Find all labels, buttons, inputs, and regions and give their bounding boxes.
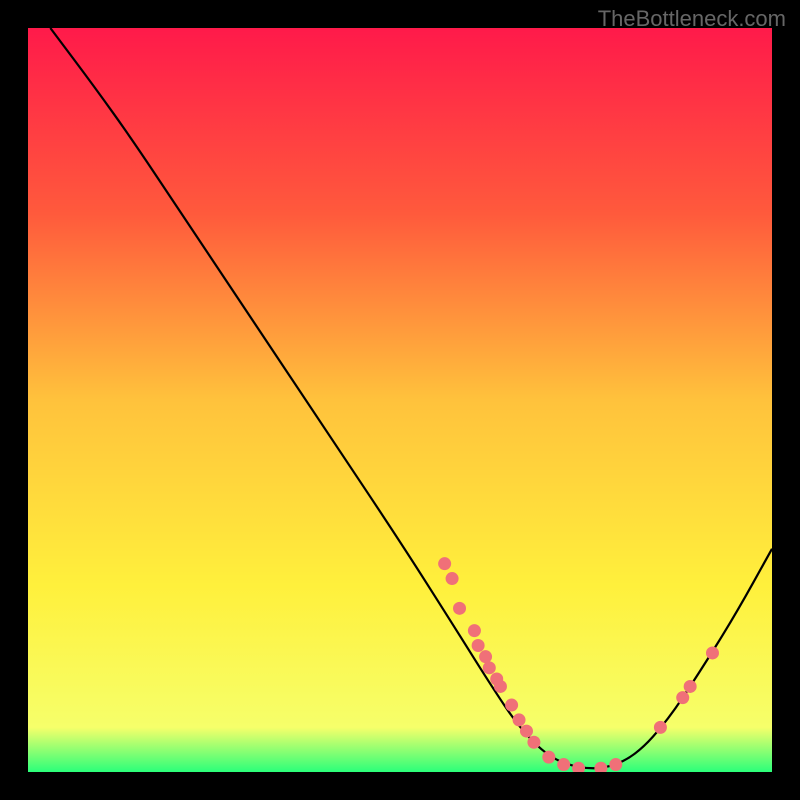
data-marker (483, 661, 496, 674)
data-marker (706, 646, 719, 659)
data-marker (513, 713, 526, 726)
data-marker (505, 699, 518, 712)
data-marker (527, 736, 540, 749)
data-marker (542, 751, 555, 764)
data-marker (438, 557, 451, 570)
data-marker (609, 758, 622, 771)
bottleneck-chart (28, 28, 772, 772)
data-marker (468, 624, 481, 637)
data-marker (676, 691, 689, 704)
data-marker (453, 602, 466, 615)
watermark-text: TheBottleneck.com (598, 6, 786, 32)
data-marker (557, 758, 570, 771)
data-marker (446, 572, 459, 585)
data-marker (479, 650, 492, 663)
data-marker (472, 639, 485, 652)
data-marker (494, 680, 507, 693)
data-marker (654, 721, 667, 734)
chart-background (28, 28, 772, 772)
data-marker (684, 680, 697, 693)
data-marker (520, 725, 533, 738)
